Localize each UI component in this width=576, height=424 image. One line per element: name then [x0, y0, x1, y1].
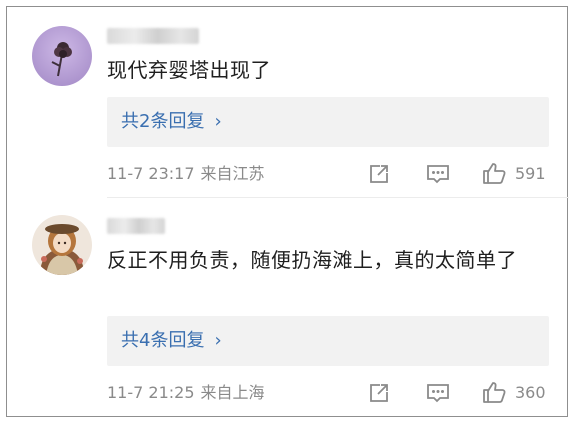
avatar[interactable]: [32, 26, 92, 86]
view-replies-button[interactable]: 共2条回复 ›: [107, 97, 549, 147]
username-blurred[interactable]: [107, 28, 199, 44]
avatar[interactable]: [32, 215, 92, 275]
comment-meta: 11-7 21:25 来自上海: [107, 383, 265, 403]
comment-text: 反正不用负责，随便扔海滩上，真的太简单了: [107, 248, 517, 272]
chevron-right-icon: ›: [214, 330, 222, 351]
comment-location: 来自江苏: [200, 164, 265, 183]
replies-label: 共4条回复: [121, 330, 205, 351]
replies-label: 共2条回复: [121, 111, 205, 132]
share-icon[interactable]: [367, 381, 391, 405]
share-icon[interactable]: [367, 162, 391, 186]
chevron-right-icon: ›: [214, 111, 222, 132]
comment-time: 11-7 21:25: [107, 383, 195, 402]
divider: [107, 197, 569, 198]
comment-icon[interactable]: [425, 162, 451, 186]
view-replies-button[interactable]: 共4条回复 ›: [107, 316, 549, 366]
comment-meta: 11-7 23:17 来自江苏: [107, 164, 265, 184]
like-count: 591: [515, 164, 546, 183]
thumbs-up-icon[interactable]: [481, 160, 507, 186]
comment-list: 现代弃婴塔出现了 共2条回复 › 11-7 23:17 来自江苏 591 反正不…: [6, 6, 569, 417]
like-count: 360: [515, 383, 546, 402]
username-blurred[interactable]: [107, 218, 165, 234]
comment-icon[interactable]: [425, 381, 451, 405]
comment-text: 现代弃婴塔出现了: [107, 58, 271, 82]
thumbs-up-icon[interactable]: [481, 379, 507, 405]
comment-location: 来自上海: [200, 383, 265, 402]
comment-time: 11-7 23:17: [107, 164, 195, 183]
